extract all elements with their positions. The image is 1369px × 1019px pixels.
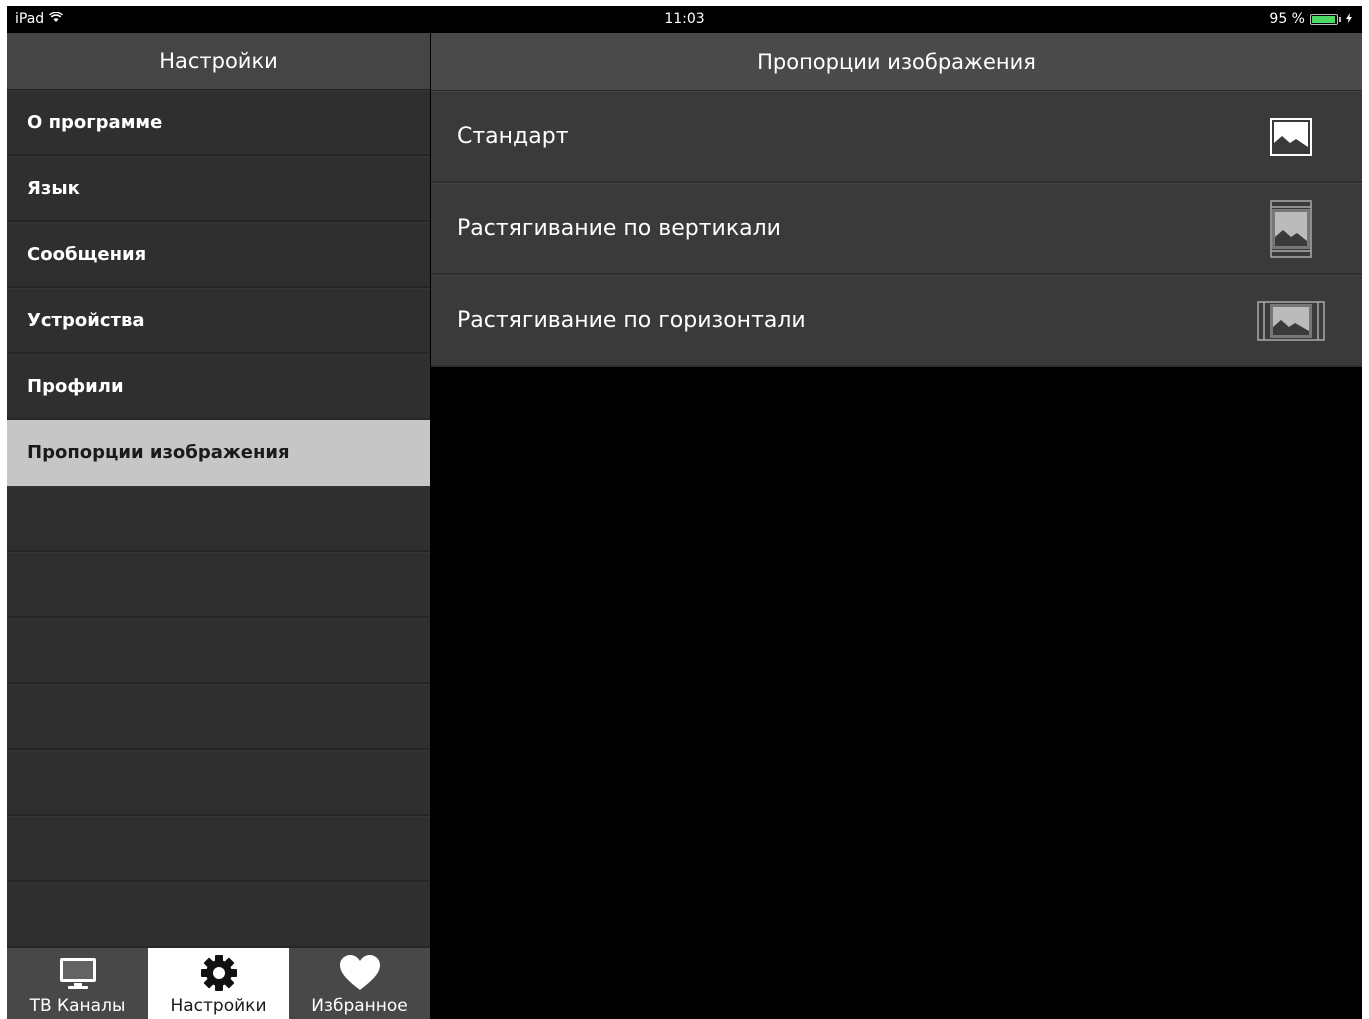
sidebar-item-label: О программе bbox=[27, 112, 163, 133]
aspect-standard-icon bbox=[1256, 117, 1326, 157]
sidebar-item-label: Профили bbox=[27, 376, 124, 397]
battery-icon bbox=[1310, 13, 1338, 25]
sidebar-item-messages[interactable]: Сообщения bbox=[7, 222, 430, 288]
sidebar-item-label: Устройства bbox=[27, 310, 145, 331]
status-bar: iPad 11:03 95 % bbox=[7, 6, 1362, 33]
sidebar-item-label: Сообщения bbox=[27, 244, 147, 265]
battery-indicator: 95 % bbox=[1269, 11, 1352, 27]
empty-row bbox=[7, 486, 430, 552]
empty-row bbox=[7, 684, 430, 750]
sidebar-item-language[interactable]: Язык bbox=[7, 156, 430, 222]
sidebar-item-about[interactable]: О программе bbox=[7, 90, 430, 156]
gear-icon bbox=[200, 953, 238, 993]
option-vertical-stretch[interactable]: Растягивание по вертикали bbox=[431, 183, 1362, 275]
option-label: Растягивание по горизонтали bbox=[457, 308, 806, 333]
tab-tv-channels[interactable]: ТВ Каналы bbox=[7, 948, 148, 1019]
empty-row bbox=[7, 618, 430, 684]
empty-row bbox=[7, 882, 430, 948]
tab-label: Настройки bbox=[170, 996, 267, 1016]
empty-row bbox=[7, 816, 430, 882]
tab-label: Избранное bbox=[311, 996, 408, 1016]
clock: 11:03 bbox=[664, 11, 705, 27]
tab-label: ТВ Каналы bbox=[29, 996, 126, 1016]
battery-fill bbox=[1312, 15, 1335, 23]
sidebar-title: Настройки bbox=[7, 33, 430, 90]
tv-icon bbox=[58, 953, 98, 993]
sidebar-item-profiles[interactable]: Профили bbox=[7, 354, 430, 420]
page-title: Пропорции изображения bbox=[431, 33, 1362, 91]
tab-favorites[interactable]: Избранное bbox=[289, 948, 430, 1019]
empty-row bbox=[7, 750, 430, 816]
battery-percent: 95 % bbox=[1269, 11, 1305, 27]
option-label: Стандарт bbox=[457, 124, 569, 149]
tab-settings[interactable]: Настройки bbox=[148, 948, 289, 1019]
battery-tip bbox=[1339, 16, 1341, 22]
settings-sidebar: Настройки О программе Язык Сообщения Уст… bbox=[7, 33, 430, 1019]
tab-bar: ТВ Каналы Настройки Избранное bbox=[7, 948, 430, 1019]
aspect-ratio-panel: Пропорции изображения Стандарт Растягива… bbox=[431, 33, 1362, 1019]
ipad-screen: iPad 11:03 95 % Настройки О программе Яз… bbox=[7, 6, 1362, 1019]
empty-row bbox=[7, 552, 430, 618]
sidebar-item-label: Пропорции изображения bbox=[27, 442, 290, 463]
option-label: Растягивание по вертикали bbox=[457, 216, 781, 241]
sidebar-item-label: Язык bbox=[27, 178, 80, 199]
option-standard[interactable]: Стандарт bbox=[431, 91, 1362, 183]
sidebar-item-aspect-ratio[interactable]: Пропорции изображения bbox=[7, 420, 430, 486]
sidebar-item-devices[interactable]: Устройства bbox=[7, 288, 430, 354]
option-horizontal-stretch[interactable]: Растягивание по горизонтали bbox=[431, 275, 1362, 367]
heart-icon bbox=[339, 953, 381, 993]
aspect-horizontal-stretch-icon bbox=[1256, 300, 1326, 341]
aspect-vertical-stretch-icon bbox=[1256, 199, 1326, 258]
charging-icon bbox=[1346, 11, 1352, 27]
